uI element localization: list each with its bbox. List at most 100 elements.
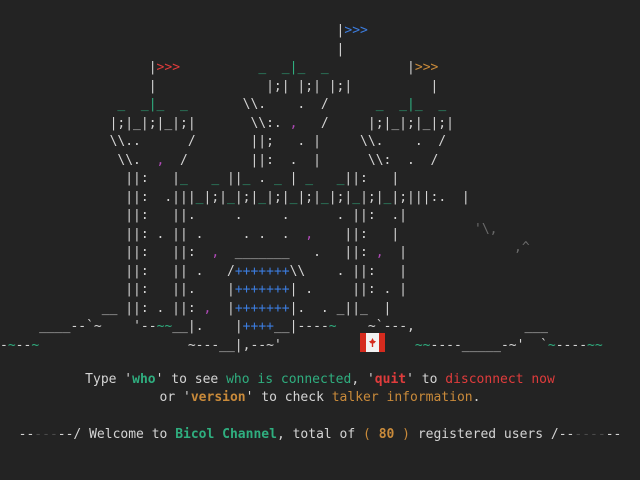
- castle-art-segment: _ _|_ _: [375, 97, 447, 112]
- castle-art-segment: >>>: [156, 60, 181, 75]
- castle-art-segment: ~~: [587, 337, 603, 353]
- help-text: Type ': [85, 372, 133, 387]
- castle-art-row: ||: || . /+++++++\\ . ||: |: [0, 263, 407, 282]
- castle-art-segment: |;|_|;|_|;| \\:.: [0, 115, 290, 131]
- castle-art-segment: +++++++: [234, 263, 290, 279]
- count-paren: ): [394, 427, 410, 442]
- help-text: , ': [351, 372, 375, 387]
- help-line-who-quit: Type 'who' to see who is connected, 'qui…: [0, 371, 640, 389]
- castle-art-segment: |;|||:. |: [391, 189, 470, 205]
- castle-art-segment: ||: [219, 171, 243, 186]
- castle-art-segment: ||: . || . . . .: [0, 226, 306, 242]
- who-description: who is connected: [226, 372, 352, 387]
- castle-art-segment: _: [352, 189, 361, 205]
- bird-icon: ,^: [514, 240, 530, 255]
- castle-art-segment: \\. . /: [187, 97, 376, 112]
- castle-art-segment: --: [15, 337, 32, 353]
- castle-art-segment: [0, 97, 117, 112]
- castle-art-segment: [0, 23, 337, 38]
- castle-art-segment: \\.. / ||; . | \\. . /: [0, 134, 447, 149]
- castle-art-segment: |;|: [328, 189, 353, 205]
- castle-art-row: \\. , / ||: . | \\: . /: [0, 152, 438, 171]
- help-line-version: or 'version' to check talker information…: [0, 389, 640, 407]
- registered-user-count: 80: [378, 427, 395, 442]
- castle-art-segment: __: [273, 319, 290, 334]
- version-command: version: [190, 390, 246, 405]
- castle-art-segment: ----: [555, 337, 588, 353]
- castle-art-segment: |: [211, 300, 235, 316]
- banner-dash: --: [605, 427, 622, 442]
- quit-command: quit: [374, 372, 407, 387]
- castle-art-segment: _: [211, 171, 220, 186]
- castle-art-row: ||: ||. |+++++++| . ||: . |: [0, 281, 407, 300]
- castle-art-row: |: [0, 41, 345, 60]
- castle-art-segment: _: [305, 171, 314, 186]
- castle-art-segment: ||: .|||: [0, 189, 196, 205]
- welcome-text: , total of: [276, 427, 364, 442]
- castle-art-row: |>>> _ _|_ _ |>>>: [0, 59, 439, 78]
- castle-art-segment: ----_____-~': [430, 337, 525, 353]
- castle-art-row: |>>>: [0, 22, 368, 41]
- castle-art-segment: ~: [547, 337, 556, 353]
- castle-art-row: |;|_|;|_|;| \\:. , / |;|_|;|_|;|: [0, 115, 454, 134]
- channel-name: Bicol Channel: [175, 427, 277, 442]
- banner-dash: --: [18, 427, 35, 442]
- castle-art-segment: |: [407, 60, 415, 75]
- castle-art-segment: |;|: [360, 189, 384, 205]
- castle-art-segment: ,: [305, 226, 314, 242]
- count-paren: (: [363, 427, 379, 442]
- castle-art-segment: [313, 171, 336, 186]
- castle-art-segment: [180, 60, 258, 75]
- castle-art-segment: `---,: [375, 319, 415, 334]
- welcome-banner: -------/ Welcome to Bicol Channel, total…: [0, 426, 640, 444]
- castle-art-segment: |: [148, 60, 157, 75]
- castle-art-segment: +++++++: [234, 282, 290, 297]
- castle-art-row: \\.. / ||; . | \\. . /: [0, 133, 447, 152]
- castle-art-segment: |: [383, 245, 408, 260]
- castle-art-segment: >>>: [344, 23, 368, 38]
- castle-art-segment: |: [0, 41, 345, 57]
- castle-art-segment: ~: [336, 319, 376, 334]
- castle-art-segment: ~: [31, 337, 40, 353]
- castle-art-segment: | . ||: . |: [289, 282, 408, 297]
- castle-art-segment: |;|: [203, 189, 227, 205]
- castle-art-segment: [0, 319, 39, 334]
- castle-art-segment: [0, 60, 149, 75]
- castle-art-segment: .: [250, 171, 274, 186]
- castle-art-segment: _: [180, 171, 188, 186]
- castle-art-segment: _: [320, 189, 329, 205]
- welcome-text: registered users: [410, 427, 551, 442]
- castle-art-segment: _: [195, 189, 204, 205]
- castle-art-row: ||: . || . . . . , ||: |: [0, 226, 399, 245]
- castle-art-segment: ||: |: [344, 171, 400, 186]
- castle-art-segment: >>>: [414, 60, 439, 75]
- castle-art-segment: __|. |: [172, 319, 243, 334]
- castle-art-segment: ~---__|,--~': [39, 337, 282, 353]
- castle-art-segment: ,: [211, 245, 220, 260]
- quit-description: disconnect now: [445, 372, 555, 387]
- castle-art-segment: ||: ||. . . . ||: .|: [0, 208, 407, 223]
- castle-art-segment: |;|: [266, 189, 290, 205]
- castle-art-segment: ~: [328, 319, 337, 334]
- castle-art-segment: / ||: . | \\: . /: [164, 152, 439, 168]
- banner-dash: --/: [57, 427, 82, 442]
- castle-art-segment: ____--`~: [39, 319, 102, 334]
- castle-art-segment: ||: || . /: [0, 263, 235, 279]
- help-text: ' to check: [245, 390, 332, 405]
- castle-art-row: ____--`~ '--~~__|. |++++__|----~ ~`---, …: [0, 318, 548, 337]
- castle-art-segment: '--: [101, 319, 157, 334]
- castle-art-segment: _ _|_ _: [258, 60, 329, 75]
- castle-art-segment: |. . _||_ |: [289, 300, 392, 316]
- banner-dash: ---: [34, 427, 58, 442]
- castle-art-row: ||: .|||_|;|_|;|_|;|_|;|_|;|_|;|_|;|||:.…: [0, 189, 470, 208]
- version-description: talker information: [331, 390, 473, 405]
- welcome-text: Welcome to: [81, 427, 176, 442]
- castle-art-segment: +++++++: [234, 300, 290, 316]
- castle-art-row: _ _|_ _ \\. . / _ _|_ _: [0, 96, 446, 115]
- castle-art-segment: [329, 60, 407, 75]
- castle-art-segment: [282, 338, 415, 353]
- castle-art-segment: _: [226, 189, 235, 205]
- help-text: or ': [159, 390, 191, 405]
- castle-art-row: -~--~ ~---__|,--~' ~~----_____-~' `~----…: [0, 337, 603, 356]
- castle-art-segment: `: [524, 337, 548, 353]
